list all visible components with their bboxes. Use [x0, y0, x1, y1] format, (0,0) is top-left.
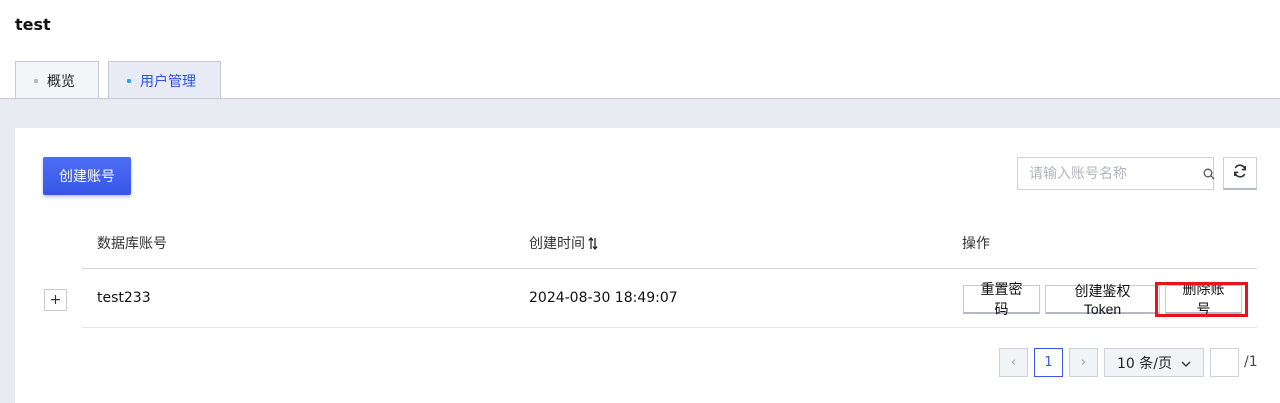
- search-box: [1017, 157, 1215, 190]
- page-size-select[interactable]: 10 条/页: [1104, 348, 1204, 377]
- tab-dot-icon: [127, 78, 131, 83]
- column-header-created[interactable]: 创建时间: [529, 233, 598, 253]
- sort-icon[interactable]: [588, 236, 598, 250]
- delete-account-button[interactable]: 删除账号: [1165, 281, 1242, 317]
- column-header-actions: 操作: [962, 236, 990, 252]
- next-page-button[interactable]: ›: [1069, 348, 1098, 377]
- refresh-icon: [1232, 163, 1248, 183]
- search-input[interactable]: [1018, 158, 1203, 189]
- tab-overview[interactable]: 概览: [15, 61, 99, 99]
- refresh-button[interactable]: [1223, 157, 1257, 190]
- prev-page-button[interactable]: ‹: [999, 348, 1028, 377]
- create-account-button[interactable]: 创建账号: [43, 157, 131, 195]
- cell-created-time: 2024-08-30 18:49:07: [529, 290, 678, 306]
- page-title: test: [15, 15, 51, 34]
- column-header-account: 数据库账号: [97, 236, 167, 252]
- column-header-created-label: 创建时间: [529, 236, 585, 252]
- tab-dot-icon: [34, 78, 38, 83]
- reset-password-button[interactable]: 重置密码: [963, 281, 1040, 317]
- create-auth-token-button[interactable]: 创建鉴权Token: [1045, 283, 1160, 317]
- cell-account-name: test233: [97, 290, 151, 306]
- page-number-button[interactable]: 1: [1034, 348, 1063, 377]
- tab-user-management[interactable]: 用户管理: [108, 61, 221, 99]
- page-size-label: 10 条/页: [1117, 355, 1172, 372]
- table-row-divider: [82, 327, 1257, 328]
- page-jump-input[interactable]: [1210, 348, 1239, 377]
- expand-row-button[interactable]: +: [44, 289, 67, 311]
- tab-overview-label: 概览: [47, 73, 75, 90]
- tab-user-management-label: 用户管理: [140, 73, 196, 90]
- search-icon[interactable]: [1203, 168, 1215, 180]
- table-header-divider: [82, 268, 1257, 269]
- chevron-down-icon: [1181, 355, 1191, 371]
- total-pages: /1: [1244, 354, 1258, 370]
